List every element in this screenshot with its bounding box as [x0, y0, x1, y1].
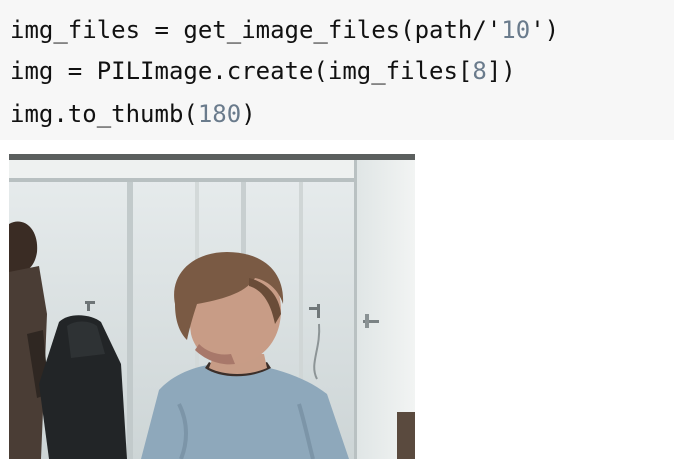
code-text: ]): [486, 57, 516, 85]
thumbnail-photo: [9, 154, 415, 459]
code-number: 10: [501, 16, 531, 44]
code-text: img_files = get_image_files(path/': [10, 16, 502, 44]
image-top-border: [9, 154, 415, 160]
cabinet-top-edge: [9, 178, 354, 182]
cabinet-handle: [309, 307, 319, 310]
code-number: 8: [472, 57, 487, 85]
code-number: 180: [197, 100, 242, 128]
shelf: [397, 412, 415, 459]
code-cell[interactable]: img_files = get_image_files(path/'10') i…: [0, 0, 674, 140]
door-frame: [354, 160, 357, 459]
code-line-1: img_files = get_image_files(path/'10'): [10, 15, 559, 45]
code-text: ): [241, 100, 256, 128]
door-handle: [365, 314, 369, 328]
code-line-2: img = PILImage.create(img_files[8]): [10, 56, 516, 86]
cabinet-handle: [317, 304, 320, 318]
code-text: img.to_thumb(: [10, 100, 198, 128]
output-image: [9, 154, 415, 459]
code-text: '): [530, 16, 560, 44]
cabinet-handle: [87, 301, 90, 311]
code-text: img = PILImage.create(img_files[: [10, 57, 473, 85]
cabinet-divider: [127, 178, 133, 459]
code-line-3: img.to_thumb(180): [10, 99, 256, 129]
